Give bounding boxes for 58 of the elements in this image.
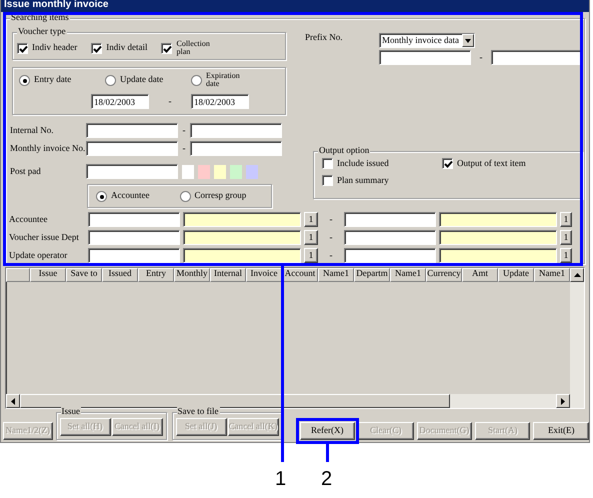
radio-label: Update date [120, 75, 164, 85]
checkbox-label: Collection plan [176, 40, 211, 56]
column-header[interactable]: Name1 [534, 268, 570, 282]
lookup-button[interactable]: 1 [560, 230, 572, 245]
lookup-button[interactable]: 1 [304, 248, 318, 263]
range-separator: - [182, 126, 186, 136]
range-separator: - [478, 52, 484, 62]
field-label: Accountee [9, 214, 48, 224]
action-button[interactable]: Exit(E) [533, 422, 589, 440]
column-header[interactable]: Monthly [174, 268, 210, 282]
range-separator: - [328, 214, 334, 224]
column-header[interactable]: Name1 [318, 268, 354, 282]
checkbox-label: Plan summary [337, 176, 389, 186]
lookup-button[interactable]: 1 [304, 230, 318, 245]
radio-label: Expiration date [206, 72, 241, 88]
checkbox-label: Indiv header [32, 43, 78, 53]
lookup-button[interactable]: 1 [560, 212, 572, 227]
field-label: Monthly invoice No. [10, 144, 86, 154]
column-header[interactable]: Invoice [246, 268, 282, 282]
lookup-button[interactable]: 1 [304, 212, 318, 227]
checkbox-label: Indiv detail [106, 43, 148, 53]
field-label: Update operator [9, 250, 68, 260]
checkbox-label: Output of text item [457, 158, 526, 168]
column-header[interactable]: Amt [462, 268, 498, 282]
range-separator: - [328, 250, 334, 260]
column-header[interactable]: Entry [138, 268, 174, 282]
column-header[interactable]: Internal [210, 268, 246, 282]
callout-number: 1 [275, 468, 286, 490]
input-field[interactable]: 18/02/2003 [191, 94, 249, 109]
callout-number: 2 [321, 468, 332, 490]
field-label: Post pad [10, 166, 42, 176]
column-header[interactable]: Name1 [390, 268, 426, 282]
checkbox-label: Include issued [337, 158, 389, 168]
column-header[interactable]: Update [498, 268, 534, 282]
column-header[interactable]: Save to [66, 268, 102, 282]
radio-label: Entry date [34, 75, 72, 85]
dropdown[interactable]: Monthly invoice data [379, 33, 475, 48]
input-field[interactable]: 18/02/2003 [91, 94, 149, 109]
group-title: Output option [318, 146, 370, 156]
column-header[interactable]: Issued [102, 268, 138, 282]
range-separator: - [182, 144, 186, 154]
group-title: Voucher type [17, 27, 67, 37]
field-label: Prefix No. [305, 33, 344, 44]
group-title: Save to file [176, 407, 220, 417]
range-separator: - [168, 96, 172, 106]
radio-label: Accountee [111, 191, 150, 201]
window-title: Issue monthly invoice [1, 0, 589, 12]
group-title: Issue [60, 407, 82, 417]
field-label: Voucher issue Dept [9, 232, 80, 242]
column-header[interactable]: Issue [30, 268, 66, 282]
column-header[interactable]: Departm [354, 268, 390, 282]
radio-label: Corresp group [194, 191, 246, 201]
column-header[interactable]: Account [282, 268, 318, 282]
action-button[interactable]: Refer(X) [300, 422, 356, 440]
field-label: Internal No. [10, 126, 54, 136]
range-separator: - [328, 232, 334, 242]
column-header[interactable]: Currency [426, 268, 462, 282]
lookup-button[interactable]: 1 [560, 248, 572, 263]
